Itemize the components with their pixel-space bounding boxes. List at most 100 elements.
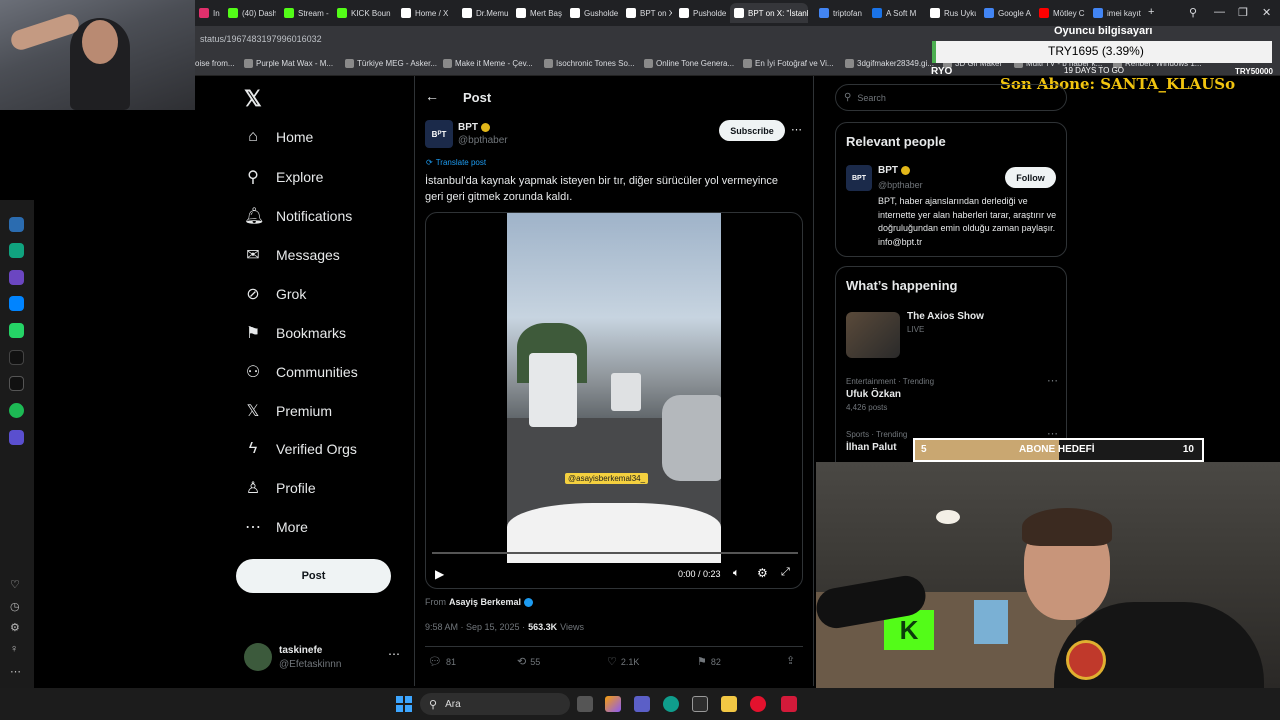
start-icon[interactable] <box>396 696 412 712</box>
lightbulb-icon[interactable]: ♀ <box>10 643 18 655</box>
bookmark-item[interactable]: Online Tone Genera... <box>644 59 734 68</box>
taskbar-search[interactable]: ⚲ Ara <box>420 693 570 715</box>
browser-tab[interactable]: BPT on X <box>622 3 672 23</box>
video-progress-track[interactable] <box>432 552 798 554</box>
browser-tab[interactable]: Google A <box>980 3 1032 23</box>
browser-tab[interactable]: imei kayıt <box>1089 3 1141 23</box>
nav-bookmarks[interactable]: ⚑ Bookmarks <box>244 323 346 343</box>
relevant-handle[interactable]: @bpthaber <box>878 180 923 190</box>
live-thumbnail[interactable] <box>846 312 900 358</box>
video-settings-icon[interactable]: ⚙ <box>757 566 768 580</box>
tab-search-icon[interactable]: ⚲ <box>1189 6 1197 19</box>
reply-button[interactable]: 💬︎ 81 <box>428 655 456 668</box>
account-more-icon[interactable]: ⋯ <box>388 647 400 661</box>
whatsapp-icon[interactable] <box>9 323 24 338</box>
nav-profile[interactable]: ♙ Profile <box>244 478 316 498</box>
nav-explore[interactable]: ⚲ Explore <box>244 167 323 187</box>
author-avatar[interactable]: BPT <box>425 120 453 148</box>
messenger-icon[interactable] <box>9 296 24 311</box>
browser-tab[interactable]: Instag <box>195 3 220 23</box>
bookmark-item[interactable]: Purple Mat Wax - M... <box>244 59 333 68</box>
browser-tab[interactable]: Stream - K <box>280 3 330 23</box>
player-app-icon[interactable] <box>9 430 24 445</box>
post-button[interactable]: Post <box>236 559 391 593</box>
bookmark-item[interactable]: Türkiye MEG - Asker... <box>345 59 437 68</box>
browser-tab[interactable]: A Soft M <box>868 3 922 23</box>
heart-icon[interactable]: ♡ <box>10 578 20 591</box>
minimize-icon[interactable]: — <box>1214 6 1225 18</box>
search-box[interactable]: ⚲ Search <box>835 84 1067 111</box>
bookmark-item[interactable]: 3dgifmaker28349.gi... <box>845 59 934 68</box>
tiktok-icon[interactable] <box>9 350 24 365</box>
play-icon[interactable]: ▶ <box>435 567 444 581</box>
maximize-icon[interactable]: ❐ <box>1238 6 1248 19</box>
nav-notifications[interactable]: 🔔︎ Notifications <box>244 206 352 226</box>
bookmark-item[interactable]: Isochronic Tones So... <box>544 59 635 68</box>
account-switcher[interactable]: taskinefe @Efetaskinnn ⋯ <box>244 643 404 675</box>
relevant-avatar[interactable]: BPT <box>846 165 872 191</box>
relevant-name[interactable]: BPT <box>878 165 910 176</box>
fullscreen-icon[interactable]: ⤢ <box>781 566 790 579</box>
more-icon[interactable]: ⋯ <box>10 665 21 678</box>
spotify-icon[interactable] <box>9 403 24 418</box>
browser-tab[interactable]: Mötley C <box>1035 3 1085 23</box>
x-app-icon[interactable] <box>9 376 24 391</box>
back-arrow-icon[interactable]: ← <box>425 88 439 104</box>
teams-icon[interactable] <box>634 696 650 712</box>
file-explorer-icon[interactable] <box>721 696 737 712</box>
author-name[interactable]: BPT <box>458 122 490 133</box>
browser-tab[interactable]: (40) Dash <box>224 3 276 23</box>
browser-tab[interactable]: Home / X <box>397 3 453 23</box>
subscribe-button[interactable]: Subscribe <box>719 120 785 141</box>
volume-icon[interactable]: 🔈︎ <box>733 567 740 580</box>
author-handle[interactable]: @bpthaber <box>458 135 508 146</box>
trend-item[interactable]: Entertainment · Trending Ufuk Özkan 4,426 … <box>846 374 1058 412</box>
browser-tab[interactable]: Pusholde <box>675 3 727 23</box>
browser-tab[interactable]: Rus Uyku <box>926 3 976 23</box>
bookmark-item[interactable]: Make it Meme - Çev... <box>443 59 533 68</box>
browser-tab[interactable]: KICK Boun <box>333 3 391 23</box>
nav-more[interactable]: ⋯ More <box>244 517 308 537</box>
new-tab-button[interactable]: + <box>1148 6 1154 18</box>
nav-messages[interactable]: ✉ Messages <box>244 245 340 265</box>
close-icon[interactable]: ✕ <box>1262 6 1271 19</box>
settings-icon[interactable]: ⚙ <box>10 621 20 634</box>
browser-tab[interactable]: Dr.Memu <box>458 3 508 23</box>
nav-communities[interactable]: ⚇ Communities <box>244 362 358 382</box>
store-icon[interactable] <box>692 696 708 712</box>
nav-home[interactable]: ⌂ Home <box>244 128 313 146</box>
app-icon[interactable] <box>781 696 797 712</box>
translate-post-link[interactable]: ⟳ Translate post <box>426 158 486 167</box>
edge-icon[interactable] <box>663 696 679 712</box>
like-button[interactable]: ♡ 2.1K <box>607 655 639 668</box>
bookmark-item[interactable]: oise from... <box>195 59 235 68</box>
nav-verified-orgs[interactable]: ϟ Verified Orgs <box>244 440 357 458</box>
x-logo-icon[interactable]: 𝕏 <box>244 86 262 112</box>
copilot-icon[interactable] <box>605 696 621 712</box>
history-icon[interactable]: ◷ <box>10 600 20 613</box>
browser-tab[interactable]: triptofan <box>815 3 865 23</box>
repost-button[interactable]: ⟲ 55 <box>517 655 540 668</box>
post-timestamp[interactable]: 9:58 AM · Sep 15, 2025 · <box>425 622 525 632</box>
video-player[interactable]: @asayisberkemal34_ ▶ 0:00 / 0:23 🔈︎ ⚙ ⤢ <box>425 212 803 589</box>
url-text[interactable]: status/1967483197996016032 <box>200 34 322 44</box>
bookmark-item[interactable]: En İyi Fotoğraf ve Vi... <box>743 59 834 68</box>
ai-app-icon[interactable] <box>9 217 24 232</box>
trend-more-icon[interactable]: ⋯ <box>1047 374 1058 387</box>
whats-happening-card: What’s happening The Axios Show LIVE Ent… <box>835 266 1067 466</box>
from-name[interactable]: Asayiş Berkemal <box>449 597 521 607</box>
nav-grok[interactable]: ⊘ Grok <box>244 284 306 304</box>
browser-tab[interactable]: Mert Başa <box>512 3 562 23</box>
chatgpt-icon[interactable] <box>9 243 24 258</box>
browser-tab[interactable]: BPT on X: "İstanbu <box>730 3 808 23</box>
opera-icon[interactable] <box>750 696 766 712</box>
bookmark-button[interactable]: ⚑ 82 <box>697 655 721 668</box>
cs-app-icon[interactable] <box>9 270 24 285</box>
live-title[interactable]: The Axios Show <box>907 311 984 322</box>
nav-premium[interactable]: 𝕏 Premium <box>244 401 332 421</box>
task-view-icon[interactable] <box>577 696 593 712</box>
post-more-icon[interactable]: ⋯ <box>791 123 802 136</box>
share-icon[interactable]: ⇪ <box>786 654 795 667</box>
follow-button[interactable]: Follow <box>1005 167 1056 188</box>
browser-tab[interactable]: Gusholde <box>566 3 618 23</box>
